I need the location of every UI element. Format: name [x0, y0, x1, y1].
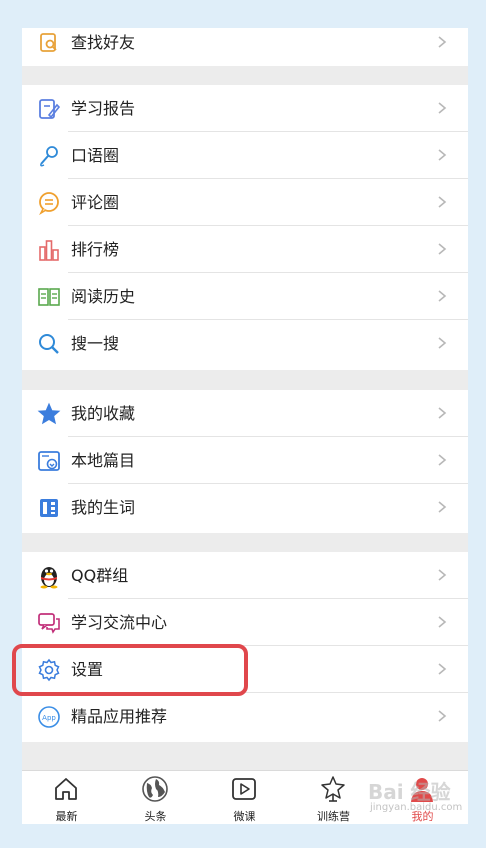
menu-item-speaking-circle[interactable]: 口语圈 — [22, 132, 468, 179]
star-icon — [36, 401, 62, 427]
menu-item-recommended-apps[interactable]: App 精品应用推荐 — [22, 693, 468, 740]
menu-item-favorites[interactable]: 我的收藏 — [22, 390, 468, 437]
chevron-right-icon — [438, 149, 447, 161]
tab-headlines[interactable]: 头条 — [111, 771, 200, 824]
home-icon — [55, 778, 77, 800]
ranking-chart-icon — [36, 237, 62, 263]
chevron-right-icon — [438, 102, 447, 114]
watermark-text: Bai 经验 — [368, 780, 451, 804]
chevron-right-icon — [438, 616, 447, 628]
comment-bubble-icon — [36, 190, 62, 216]
menu-item-local-articles[interactable]: 本地篇目 — [22, 437, 468, 484]
menu-item-find-friends[interactable]: 查找好友 — [22, 28, 468, 66]
menu-item-learning-exchange[interactable]: 学习交流中心 — [22, 599, 468, 646]
tab-label: 最新 — [55, 810, 78, 823]
chevron-right-icon — [438, 337, 447, 349]
section-learning: 学习报告 口语圈 评论圈 排行榜 阅读历史 搜一搜 — [22, 85, 468, 370]
menu-item-label: 本地篇目 — [71, 451, 136, 470]
tab-latest[interactable]: 最新 — [22, 771, 111, 824]
vocabulary-book-icon — [36, 495, 62, 521]
menu-item-label: 搜一搜 — [71, 334, 120, 353]
search-icon — [36, 331, 62, 357]
open-book-icon — [36, 284, 62, 310]
svg-text:App: App — [42, 714, 56, 722]
chevron-right-icon — [438, 36, 447, 48]
tab-label: 微课 — [233, 810, 256, 823]
download-doc-icon — [36, 448, 62, 474]
globe-icon — [142, 776, 168, 802]
chevron-right-icon — [438, 196, 447, 208]
menu-item-qq-groups[interactable]: QQ群组 — [22, 552, 468, 599]
menu-item-label: 学习交流中心 — [71, 613, 168, 632]
menu-item-reading-history[interactable]: 阅读历史 — [22, 273, 468, 320]
menu-item-vocabulary[interactable]: 我的生词 — [22, 484, 468, 531]
menu-item-label: 口语圈 — [71, 146, 120, 165]
qq-penguin-icon — [36, 563, 62, 589]
menu-item-label: 我的收藏 — [71, 404, 136, 423]
screenshot-frame: 查找好友 学习报告 口语圈 评论圈 排行榜 阅读历史 搜一搜 我的收藏 本地篇目… — [0, 0, 486, 848]
menu-item-search[interactable]: 搜一搜 — [22, 320, 468, 367]
chevron-right-icon — [438, 290, 447, 302]
play-icon — [232, 778, 256, 800]
trophy-icon — [321, 776, 345, 802]
menu-item-comment-circle[interactable]: 评论圈 — [22, 179, 468, 226]
chat-bubbles-icon — [36, 610, 62, 636]
tab-label: 训练营 — [317, 810, 350, 823]
section-collections: 我的收藏 本地篇目 我的生词 — [22, 390, 468, 533]
menu-item-label: 排行榜 — [71, 240, 120, 259]
menu-item-ranking[interactable]: 排行榜 — [22, 226, 468, 273]
menu-item-label: 学习报告 — [71, 99, 136, 118]
microphone-icon — [36, 143, 62, 169]
settings-highlight-box — [12, 644, 248, 696]
chevron-right-icon — [438, 454, 447, 466]
tab-training-camp[interactable]: 训练营 — [289, 771, 378, 824]
section-top: 查找好友 — [22, 28, 468, 66]
chevron-right-icon — [438, 710, 447, 722]
tab-micro-lessons[interactable]: 微课 — [200, 771, 289, 824]
chevron-right-icon — [438, 243, 447, 255]
menu-item-label: 评论圈 — [71, 193, 120, 212]
chevron-right-icon — [438, 407, 447, 419]
phone-screen: 查找好友 学习报告 口语圈 评论圈 排行榜 阅读历史 搜一搜 我的收藏 本地篇目… — [22, 28, 468, 824]
study-report-icon — [36, 96, 62, 122]
menu-item-label: 我的生词 — [71, 498, 136, 517]
watermark-url: jingyan.baidu.com — [370, 802, 463, 813]
tab-label: 头条 — [144, 810, 167, 823]
app-badge-icon: App — [36, 704, 62, 730]
menu-item-label: 查找好友 — [71, 33, 136, 52]
menu-item-study-report[interactable]: 学习报告 — [22, 85, 468, 132]
chevron-right-icon — [438, 501, 447, 513]
chevron-right-icon — [438, 663, 447, 675]
menu-item-label: 精品应用推荐 — [71, 707, 168, 726]
find-friends-icon — [36, 30, 62, 56]
menu-item-label: 阅读历史 — [71, 287, 136, 306]
menu-item-label: QQ群组 — [71, 566, 129, 585]
chevron-right-icon — [438, 569, 447, 581]
